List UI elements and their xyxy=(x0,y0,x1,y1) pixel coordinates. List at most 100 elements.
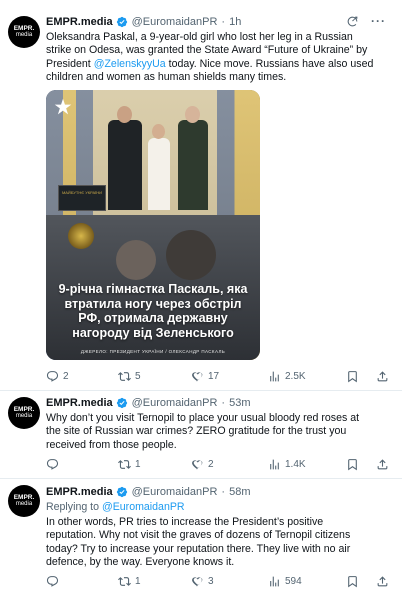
avatar-text-line1: EMPR. xyxy=(13,494,35,501)
author-name[interactable]: EMPR.media xyxy=(46,397,113,409)
tweet-2[interactable]: EMPR. media EMPR.media @EuromaidanPR · 5… xyxy=(0,391,402,477)
star-logo-icon xyxy=(54,98,72,115)
reply-count: 2 xyxy=(63,371,69,382)
mention-link[interactable]: @ZelenskyyUa xyxy=(94,58,166,70)
separator-dot: · xyxy=(221,397,226,409)
avatar-text-line1: EMPR. xyxy=(13,406,35,413)
separator-dot: · xyxy=(221,16,226,28)
views-icon xyxy=(268,458,281,471)
verified-badge-icon xyxy=(116,397,128,409)
award-board: МАЙБУТНЄ УКРАЇНИ xyxy=(58,185,106,211)
tweet-image[interactable]: МАЙБУТНЄ УКРАЇНИ 9-річна гімнастка Паска… xyxy=(46,90,260,360)
author-name[interactable]: EMPR.media xyxy=(46,16,113,28)
retweet-button[interactable]: 5 xyxy=(118,370,141,383)
avatar-text-line2: media xyxy=(15,32,33,38)
views-button[interactable]: 594 xyxy=(268,575,302,588)
bookmark-button[interactable] xyxy=(346,575,359,588)
views-button[interactable]: 1.4K xyxy=(268,458,306,471)
person-man-head xyxy=(117,106,132,123)
header-icons: ··· xyxy=(346,14,386,28)
author-name[interactable]: EMPR.media xyxy=(46,486,113,498)
views-button[interactable]: 2.5K xyxy=(268,370,306,383)
timestamp[interactable]: 58m xyxy=(229,486,250,498)
like-count: 17 xyxy=(208,371,220,382)
bookmark-button[interactable] xyxy=(346,458,359,471)
views-icon xyxy=(268,575,281,588)
author-handle[interactable]: @EuromaidanPR xyxy=(132,397,218,409)
share-button[interactable] xyxy=(376,575,389,588)
views-count: 2.5K xyxy=(285,371,306,382)
award-medal xyxy=(68,223,94,249)
verified-badge-icon xyxy=(116,16,128,28)
tweet-actions: 2 5 17 2.5K xyxy=(46,370,394,384)
reply-button[interactable] xyxy=(46,458,63,471)
retweet-button[interactable]: 1 xyxy=(118,458,141,471)
views-count: 1.4K xyxy=(285,459,306,470)
like-icon xyxy=(191,370,204,383)
avatar[interactable]: EMPR. media xyxy=(8,485,40,517)
retweet-count: 1 xyxy=(135,576,141,587)
like-button[interactable]: 3 xyxy=(191,575,214,588)
tweet-text: In other words, PR tries to increase the… xyxy=(46,516,351,568)
avatar[interactable]: EMPR. media xyxy=(8,16,40,48)
author-handle[interactable]: @EuromaidanPR xyxy=(132,486,218,498)
bookmark-button[interactable] xyxy=(346,370,359,383)
separator-dot: · xyxy=(221,486,226,498)
retweet-button[interactable]: 1 xyxy=(118,575,141,588)
replying-to: Replying to @EuromaidanPR xyxy=(46,501,185,513)
tweet-header: EMPR.media @EuromaidanPR · 1h ··· xyxy=(46,14,394,30)
share-button[interactable] xyxy=(376,370,389,383)
person-girl-head xyxy=(152,124,165,139)
replying-to-label: Replying to xyxy=(46,501,102,513)
views-count: 594 xyxy=(285,576,302,587)
reply-icon xyxy=(46,575,59,588)
bookmark-icon xyxy=(346,370,359,383)
share-icon xyxy=(376,575,389,588)
reply-button[interactable] xyxy=(46,575,63,588)
bookmark-icon xyxy=(346,458,359,471)
replying-to-handle[interactable]: @EuromaidanPR xyxy=(102,501,185,513)
timestamp[interactable]: 1h xyxy=(229,16,241,28)
tweet-header: EMPR.media @EuromaidanPR · 53m xyxy=(46,395,394,411)
reply-button[interactable]: 2 xyxy=(46,370,69,383)
retweet-icon xyxy=(118,458,131,471)
retweet-count: 5 xyxy=(135,371,141,382)
avatar-text-line2: media xyxy=(15,413,33,419)
reply-icon xyxy=(46,458,59,471)
avatar[interactable]: EMPR. media xyxy=(8,397,40,429)
share-icon xyxy=(376,458,389,471)
image-credit: ДЖЕРЕЛО: ПРЕЗИДЕНТ УКРАЇНИ / ОЛЕКСАНДР П… xyxy=(80,349,226,354)
author-handle[interactable]: @EuromaidanPR xyxy=(132,16,218,28)
tweet-text: Oleksandra Paskal, a 9-year-old girl who… xyxy=(46,31,376,84)
tweet-actions: 1 2 1.4K xyxy=(46,458,394,472)
timestamp[interactable]: 53m xyxy=(229,397,250,409)
avatar-text-line2: media xyxy=(15,501,33,507)
like-count: 3 xyxy=(208,576,214,587)
more-icon[interactable]: ··· xyxy=(371,14,386,28)
person-man xyxy=(108,120,142,210)
tweet-text: Why don’t you visit Ternopil to place yo… xyxy=(46,412,360,451)
retweet-icon xyxy=(118,575,131,588)
image-caption: 9-річна гімнастка Паскаль, яка втратила … xyxy=(58,282,248,340)
like-button[interactable]: 2 xyxy=(191,458,214,471)
tweet-actions: 1 3 594 xyxy=(46,575,394,589)
retweet-icon xyxy=(118,370,131,383)
like-icon xyxy=(191,458,204,471)
views-icon xyxy=(268,370,281,383)
tweet-3[interactable]: EMPR. media EMPR.media @EuromaidanPR · 5… xyxy=(0,479,402,600)
avatar-text-line1: EMPR. xyxy=(13,25,35,32)
reply-icon xyxy=(46,370,59,383)
share-icon xyxy=(376,370,389,383)
tweet-header: EMPR.media @EuromaidanPR · 58m xyxy=(46,484,394,500)
person-girl xyxy=(148,138,170,210)
person-lower-right xyxy=(166,230,216,280)
share-button[interactable] xyxy=(376,458,389,471)
verified-badge-icon xyxy=(116,486,128,498)
like-count: 2 xyxy=(208,459,214,470)
person-woman-head xyxy=(185,106,200,123)
person-lower-left xyxy=(116,240,156,280)
like-icon xyxy=(191,575,204,588)
tweet-1[interactable]: EMPR. media EMPR.media @EuromaidanPR · 1… xyxy=(0,0,402,388)
like-button[interactable]: 17 xyxy=(191,370,219,383)
grok-icon[interactable] xyxy=(346,15,359,28)
